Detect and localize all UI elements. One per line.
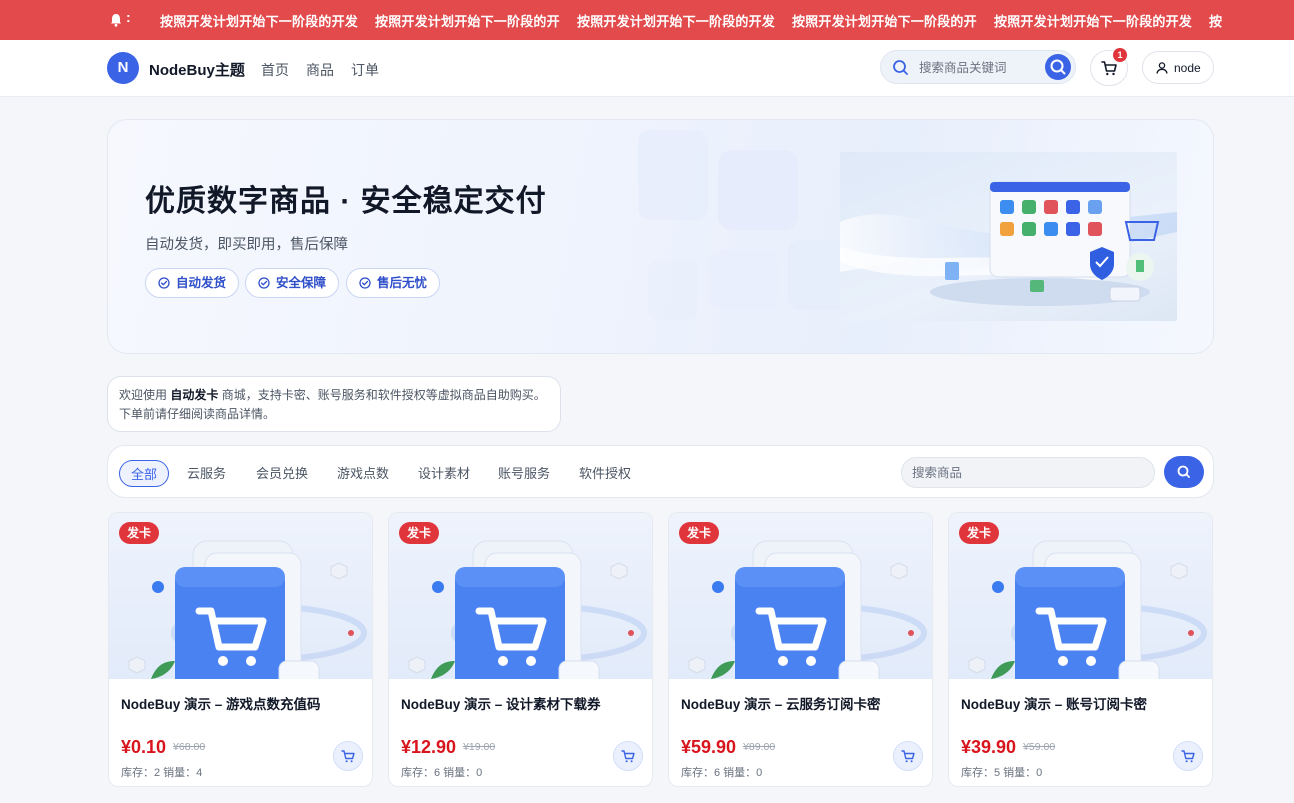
product-original-price: ¥19.00 bbox=[463, 741, 496, 753]
product-search-button[interactable] bbox=[1164, 456, 1204, 488]
product-tag: 发卡 bbox=[679, 522, 720, 544]
product-card[interactable]: 发卡 NodeBuy 演示 – 账号订阅卡密 ¥39.90 ¥59.00 库存：5 销量… bbox=[948, 512, 1213, 787]
cart-icon bbox=[621, 750, 635, 763]
notice-highlight: 自动发卡 bbox=[170, 388, 219, 402]
notice-line-1: 欢迎使用 自动发卡 商城，支持卡密、账号服务和软件授权等虚拟商品自助购买。 bbox=[119, 388, 546, 402]
search-icon bbox=[893, 60, 908, 75]
product-stock-sales: 库存：5 销量：0 bbox=[961, 767, 1043, 779]
welcome-notice: 欢迎使用 自动发卡 商城，支持卡密、账号服务和软件授权等虚拟商品自助购买。 下单… bbox=[107, 376, 561, 432]
category-filter-bar: 全部 云服务 会员兑换 游戏点数 设计素材 账号服务 软件授权 bbox=[107, 445, 1214, 498]
product-title[interactable]: NodeBuy 演示 – 设计素材下载券 bbox=[401, 693, 601, 713]
feature-security: 安全保障 bbox=[245, 268, 340, 298]
add-to-cart-button[interactable] bbox=[613, 741, 643, 771]
product-tag: 发卡 bbox=[959, 522, 1000, 544]
nav-orders[interactable]: 订单 bbox=[351, 60, 379, 80]
check-circle-icon bbox=[158, 277, 170, 289]
add-to-cart-button[interactable] bbox=[333, 741, 363, 771]
bell-icon bbox=[111, 14, 121, 27]
cart-icon bbox=[341, 750, 355, 763]
product-card[interactable]: 发卡 NodeBuy 演示 – 游戏点数充值码 ¥0.10 ¥68.00 库存：2 销量… bbox=[108, 512, 373, 787]
product-card[interactable]: 发卡 NodeBuy 演示 – 云服务订阅卡密 ¥59.90 ¥89.00 库存：6 销… bbox=[668, 512, 933, 787]
notice-line-2: 下单前请仔细阅读商品详情。 bbox=[119, 407, 276, 421]
product-stock-sales: 库存：2 销量：4 bbox=[121, 767, 203, 779]
announcement-bar: : 按照开发计划开始下一阶段的开发 按照开发计划开始下一阶段的开 按照开发计划开… bbox=[0, 0, 1294, 40]
add-to-cart-button[interactable] bbox=[893, 741, 923, 771]
check-circle-icon bbox=[258, 277, 270, 289]
nav-home[interactable]: 首页 bbox=[261, 60, 289, 80]
product-price: ¥12.90 bbox=[401, 737, 457, 757]
product-original-price: ¥68.00 bbox=[173, 741, 206, 753]
cart-count-badge: 1 bbox=[1113, 48, 1127, 62]
feature-label: 安全保障 bbox=[276, 276, 327, 290]
announcement-text: 按照开发计划开始下一阶段的开发 bbox=[577, 14, 776, 29]
category-tab-all[interactable]: 全部 bbox=[119, 460, 170, 487]
hero-illustration-graphic bbox=[840, 181, 1177, 306]
product-stock-sales: 库存：6 销量：0 bbox=[401, 767, 483, 779]
user-menu-button[interactable]: node bbox=[1142, 51, 1214, 84]
site-header: N NodeBuy主题 首页 商品 订单 1 node bbox=[0, 40, 1294, 97]
header-search-input[interactable] bbox=[919, 58, 1037, 78]
add-to-cart-button[interactable] bbox=[1173, 741, 1203, 771]
category-tab-design-assets[interactable]: 设计素材 bbox=[418, 460, 470, 487]
product-price: ¥39.90 bbox=[961, 737, 1017, 757]
product-price: ¥0.10 bbox=[121, 737, 167, 757]
feature-label: 售后无忧 bbox=[377, 276, 428, 290]
announcement-text: 按照开发计划开始下一阶段的开发 bbox=[994, 14, 1193, 29]
category-tab-account-services[interactable]: 账号服务 bbox=[498, 460, 550, 487]
header-search-button[interactable] bbox=[1045, 54, 1071, 80]
user-icon bbox=[1156, 62, 1168, 74]
cart-button[interactable]: 1 bbox=[1090, 48, 1128, 86]
announcement-text: 按照开发计划开始下一阶段的开 bbox=[792, 14, 977, 29]
search-icon bbox=[1177, 465, 1190, 478]
announcement-text: 按照开发计划开始下一阶段的开发 bbox=[160, 14, 359, 29]
product-original-price: ¥59.00 bbox=[1023, 741, 1056, 753]
feature-auto-delivery: 自动发货 bbox=[145, 268, 240, 298]
cart-icon bbox=[1181, 750, 1195, 763]
product-search bbox=[901, 457, 1155, 488]
product-stock-sales: 库存：6 销量：0 bbox=[681, 767, 763, 779]
feature-after-sales: 售后无忧 bbox=[346, 268, 441, 298]
announcement-text: 按照开发计划开始下一阶段的开 bbox=[375, 14, 560, 29]
product-card[interactable]: 发卡 NodeBuy 演示 – 设计素材下载券 ¥12.90 ¥19.00 库存：6 销… bbox=[388, 512, 653, 787]
product-price: ¥59.90 bbox=[681, 737, 737, 757]
category-tab-membership[interactable]: 会员兑换 bbox=[256, 460, 308, 487]
product-search-input[interactable] bbox=[912, 464, 1142, 482]
category-tab-software-license[interactable]: 软件授权 bbox=[579, 460, 631, 487]
check-circle-icon bbox=[359, 277, 371, 289]
brand-name[interactable]: NodeBuy主题 bbox=[149, 59, 245, 80]
hero-banner: 优质数字商品 · 安全稳定交付 自动发货，即买即用，售后保障 自动发货 安全保障… bbox=[107, 119, 1214, 354]
marquee-separator: : bbox=[126, 9, 131, 25]
feature-label: 自动发货 bbox=[176, 276, 227, 290]
product-original-price: ¥89.00 bbox=[743, 741, 776, 753]
hero-illustration bbox=[840, 152, 1177, 321]
announcement-text: 按 bbox=[1209, 14, 1223, 29]
user-name: node bbox=[1174, 61, 1201, 75]
logo[interactable]: N bbox=[107, 52, 139, 84]
product-tag: 发卡 bbox=[119, 522, 160, 544]
nav-products[interactable]: 商品 bbox=[306, 60, 334, 80]
product-title[interactable]: NodeBuy 演示 – 游戏点数充值码 bbox=[121, 693, 321, 713]
category-tab-game-points[interactable]: 游戏点数 bbox=[337, 460, 389, 487]
product-title[interactable]: NodeBuy 演示 – 云服务订阅卡密 bbox=[681, 693, 881, 713]
category-tab-cloud[interactable]: 云服务 bbox=[187, 460, 226, 487]
product-tag: 发卡 bbox=[399, 522, 440, 544]
product-title[interactable]: NodeBuy 演示 – 账号订阅卡密 bbox=[961, 693, 1147, 713]
header-search bbox=[880, 50, 1076, 84]
hero-title: 优质数字商品 · 安全稳定交付 bbox=[145, 185, 547, 218]
hero-subtitle: 自动发货，即买即用，售后保障 bbox=[145, 237, 348, 253]
cart-icon bbox=[901, 750, 915, 763]
search-icon bbox=[1050, 59, 1066, 75]
